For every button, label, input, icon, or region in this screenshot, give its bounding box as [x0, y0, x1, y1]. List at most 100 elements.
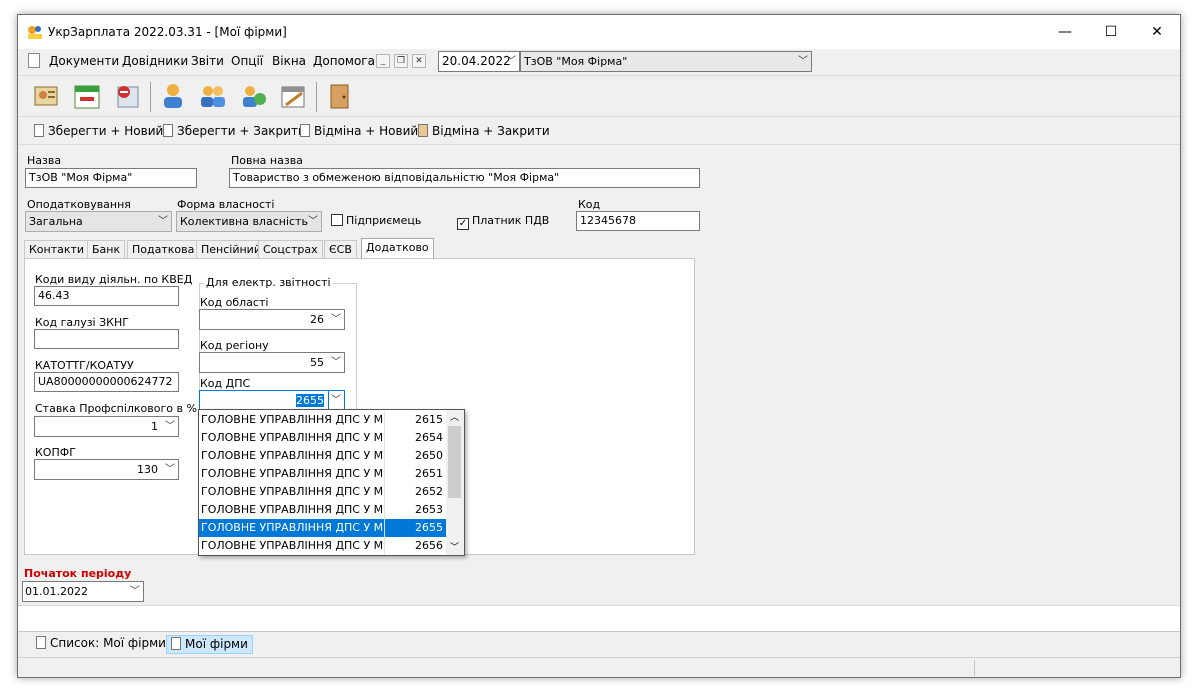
name-label: Назва: [27, 154, 62, 167]
code-input[interactable]: 12345678: [576, 211, 700, 231]
mdi-close-button[interactable]: ✕: [412, 54, 426, 68]
menu-reports[interactable]: Звіти: [191, 54, 224, 68]
maximize-button[interactable]: ☐: [1088, 15, 1134, 49]
kopfg-value: 130: [137, 463, 158, 476]
dropdown-option-code: 2615: [415, 413, 443, 426]
zkng-label: Код галузі ЗКНГ: [35, 316, 129, 329]
kopfg-select[interactable]: 130 ﹀: [34, 459, 179, 480]
katottg-label: КАТОТТГ/КОАТУУ: [35, 359, 134, 372]
staff-icon[interactable]: [158, 81, 188, 111]
taxation-select[interactable]: Загальна ﹀: [25, 211, 172, 232]
region-code-value: 26: [310, 313, 324, 326]
cancel-icon: [300, 124, 310, 137]
scrollbar-thumb[interactable]: [448, 426, 461, 498]
dropdown-option[interactable]: ГОЛОВНЕ УПРАВЛІННЯ ДПС У М.КИЄ 2615: [199, 411, 446, 429]
dropdown-option-code: 2650: [415, 449, 443, 462]
scroll-up-icon[interactable]: ︿: [450, 410, 459, 423]
document-tabs: Список: Мої фірми Мої фірми: [18, 631, 1180, 655]
union-rate-select[interactable]: 1 ﹀: [34, 416, 179, 437]
firm-selector[interactable]: ТзОВ "Моя Фірма" ﹀: [520, 51, 812, 72]
tab-pension[interactable]: Пенсійний: [196, 240, 266, 258]
vat-payer-label: Платник ПДВ: [472, 214, 550, 227]
katottg-input[interactable]: UA80000000000624772: [34, 372, 179, 392]
cancel-close-button[interactable]: Відміна + Закрити: [418, 124, 550, 138]
tab-additional[interactable]: Додатково: [361, 238, 434, 259]
region-code-select[interactable]: 26 ﹀: [199, 309, 345, 330]
dropdown-option-name: ГОЛОВНЕ УПРАВЛІННЯ ДПС У М.КИЄ: [201, 431, 383, 444]
people-icon[interactable]: [198, 81, 228, 111]
menu-help[interactable]: Допомога: [313, 54, 375, 68]
zkng-input[interactable]: [34, 329, 179, 349]
status-bar: [18, 657, 1180, 677]
dropdown-option-name: ГОЛОВНЕ УПРАВЛІННЯ ДПС У М.КИЄ: [201, 467, 383, 480]
dropdown-option-code: 2651: [415, 467, 443, 480]
tab-esv[interactable]: ЄСВ: [324, 240, 357, 258]
schedule-icon[interactable]: [278, 81, 308, 111]
dropdown-option[interactable]: ГОЛОВНЕ УПРАВЛІННЯ ДПС У М.КИЄ 2656: [199, 537, 446, 555]
kved-input[interactable]: 46.43: [34, 286, 179, 306]
close-button[interactable]: ✕: [1134, 15, 1180, 49]
dps-code-select[interactable]: 2655 ﹀: [199, 390, 345, 411]
entrepreneur-checkbox[interactable]: Підприємець: [331, 214, 421, 227]
dropdown-option[interactable]: ГОЛОВНЕ УПРАВЛІННЯ ДПС У М.КИЄ 2654: [199, 429, 446, 447]
dropdown-option[interactable]: ГОЛОВНЕ УПРАВЛІННЯ ДПС У М.КИЄ 2652: [199, 483, 446, 501]
chevron-down-icon: ﹀: [331, 314, 341, 325]
checkmark-icon: ✓: [457, 218, 469, 230]
mdi-restore-button[interactable]: ❐: [394, 54, 408, 68]
dropdown-option-name: ГОЛОВНЕ УПРАВЛІННЯ ДПС У М.КИЄ: [201, 413, 383, 426]
kved-label: Коди виду діяльн. по КВЕД: [35, 273, 193, 286]
full-name-input[interactable]: Товариство з обмеженою відповідальністю …: [229, 168, 700, 188]
ownership-value: Колективна власність: [180, 215, 308, 228]
app-logo-icon: [28, 26, 42, 39]
doctab-my-firms[interactable]: Мої фірми: [166, 635, 253, 654]
stop-icon[interactable]: [112, 81, 142, 111]
period-start-select[interactable]: 01.01.2022 12:00 ﹀: [22, 581, 144, 617]
menu-references[interactable]: Довідники: [122, 54, 188, 68]
chevron-down-icon: ﹀: [328, 391, 341, 410]
chevron-down-icon: ﹀: [130, 586, 140, 597]
minimize-button[interactable]: —: [1042, 15, 1088, 49]
mdi-minimize-button[interactable]: _: [376, 54, 390, 68]
menu-options[interactable]: Опції: [231, 54, 263, 68]
dropdown-option-name: ГОЛОВНЕ УПРАВЛІННЯ ДПС У М.КИЄ: [201, 539, 383, 552]
doctab-firms-list[interactable]: Список: Мої фірми: [32, 635, 170, 654]
settlement-icon[interactable]: [238, 81, 268, 111]
tab-tax[interactable]: Податкова: [127, 240, 200, 258]
taxation-value: Загальна: [29, 215, 83, 228]
chevron-down-icon: ﹀: [308, 216, 318, 227]
cancel-new-button[interactable]: Відміна + Новий: [300, 124, 418, 138]
tab-contacts[interactable]: Контакти: [24, 240, 90, 258]
save-new-button[interactable]: Зберегти + Новий: [34, 124, 163, 138]
document-icon: [171, 637, 181, 650]
dropdown-scrollbar[interactable]: ︿ ﹀: [446, 410, 464, 555]
dropdown-option-name: ГОЛОВНЕ УПРАВЛІННЯ ДПС У М.КИЄ: [201, 449, 383, 462]
payroll-icon[interactable]: [32, 81, 62, 111]
status-separator: [974, 660, 975, 676]
chevron-down-icon: ﹀: [331, 357, 341, 368]
chevron-down-icon: ﹀: [506, 56, 516, 67]
dropdown-option-name: ГОЛОВНЕ УПРАВЛІННЯ ДПС У М.КИЄ: [201, 503, 383, 516]
save-close-button[interactable]: Зберегти + Закрити: [163, 124, 306, 138]
calendar-icon[interactable]: [72, 81, 102, 111]
dps-dropdown-list[interactable]: ︿ ﹀ ГОЛОВНЕ УПРАВЛІННЯ ДПС У М.КИЄ2615ГО…: [198, 409, 465, 556]
tab-bank[interactable]: Банк: [87, 240, 126, 258]
entrepreneur-label: Підприємець: [346, 214, 422, 227]
dropdown-option[interactable]: ГОЛОВНЕ УПРАВЛІННЯ ДПС У М.КИЄ 2651: [199, 465, 446, 483]
scroll-down-icon[interactable]: ﹀: [450, 540, 459, 553]
ownership-label: Форма власності: [177, 198, 275, 211]
ownership-select[interactable]: Колективна власність ﹀: [176, 211, 322, 232]
tab-social-insurance[interactable]: Соцстрах: [258, 240, 323, 258]
vat-payer-checkbox[interactable]: ✓ Платник ПДВ: [457, 214, 549, 230]
date-selector[interactable]: 20.04.2022 ﹀: [438, 51, 520, 72]
menu-windows[interactable]: Вікна: [272, 54, 306, 68]
dropdown-option[interactable]: ГОЛОВНЕ УПРАВЛІННЯ ДПС У М.КИЄ 2655: [199, 519, 446, 537]
dropdown-option[interactable]: ГОЛОВНЕ УПРАВЛІННЯ ДПС У М.КИЄ 2653: [199, 501, 446, 519]
district-code-select[interactable]: 55 ﹀: [199, 352, 345, 373]
dropdown-option[interactable]: ГОЛОВНЕ УПРАВЛІННЯ ДПС У М.КИЄ 2650: [199, 447, 446, 465]
district-code-label: Код регіону: [200, 339, 269, 352]
name-input[interactable]: ТзОВ "Моя Фірма": [25, 168, 197, 188]
cancel-close-icon: [418, 124, 428, 137]
exit-door-icon[interactable]: [324, 81, 354, 111]
menu-documents[interactable]: Документи: [49, 54, 119, 68]
firm-value: ТзОВ "Моя Фірма": [524, 55, 628, 68]
